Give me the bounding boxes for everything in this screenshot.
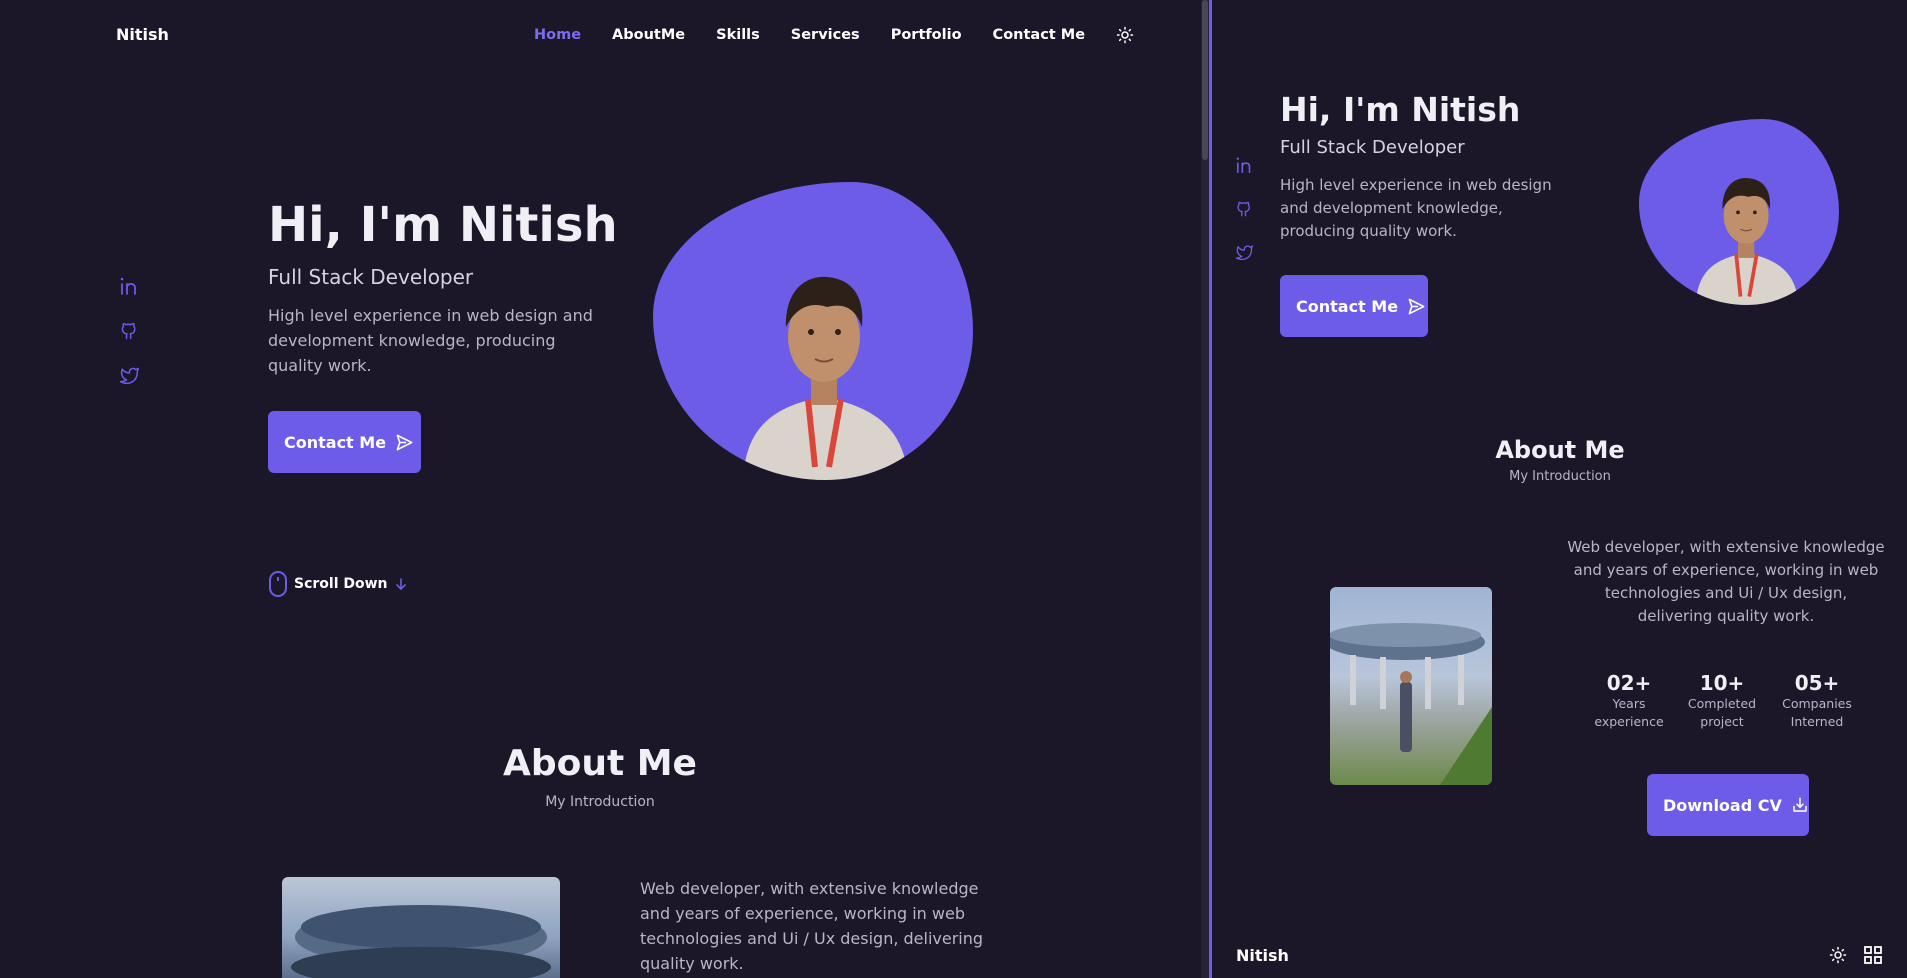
stat-companies-interned: 05+ Companies Interned <box>1777 671 1857 731</box>
github-icon[interactable] <box>1235 200 1255 218</box>
linkedin-icon[interactable] <box>1235 156 1255 174</box>
download-icon <box>1791 796 1809 814</box>
stat-label: Completed project <box>1687 696 1757 729</box>
grid-menu-icon[interactable] <box>1864 946 1882 964</box>
about-photo <box>282 877 560 978</box>
nav-logo[interactable]: Nitish <box>116 25 169 44</box>
about-photo-art <box>291 905 551 978</box>
mobile-hero-subtitle: Full Stack Developer <box>1280 137 1465 158</box>
social-links <box>119 276 141 384</box>
mobile-about-description: Web developer, with extensive knowledge … <box>1567 538 1885 625</box>
github-icon[interactable] <box>119 321 141 341</box>
send-icon <box>395 433 414 452</box>
nav-link-skills[interactable]: Skills <box>716 27 760 43</box>
nav-link-contact[interactable]: Contact Me <box>993 27 1085 43</box>
stat-value: 10+ <box>1699 671 1745 695</box>
mobile-hero-description: High level experience in web design and … <box>1280 176 1552 240</box>
mobile-about-section-title: About Me <box>1495 436 1625 464</box>
main-nav: Home AboutMe Skills Services Portfolio C… <box>534 26 1134 44</box>
nav-link-home[interactable]: Home <box>534 27 581 43</box>
stat-label: Years experience <box>1594 696 1664 729</box>
scroll-down-link[interactable]: Scroll Down <box>268 570 408 598</box>
mobile-social-links <box>1235 156 1255 260</box>
scrollbar-thumb[interactable] <box>1202 0 1208 160</box>
mobile-hero-image-blob <box>1639 119 1839 305</box>
stat-completed-projects: 10+ Completed project <box>1682 671 1762 731</box>
mobile-bottom-nav: Nitish <box>1212 940 1907 978</box>
hero-subtitle: Full Stack Developer <box>268 265 474 289</box>
mobile-hero-title: Hi, I'm Nitish <box>1280 90 1521 129</box>
stat-value: 02+ <box>1606 671 1652 695</box>
sun-icon[interactable] <box>1829 946 1847 964</box>
mobile-about-photo-art <box>1330 623 1492 785</box>
send-icon <box>1407 297 1426 316</box>
hero-title: Hi, I'm Nitish <box>268 197 618 253</box>
nav-link-aboutme[interactable]: AboutMe <box>612 27 685 43</box>
arrow-down-icon <box>394 577 408 591</box>
linkedin-icon[interactable] <box>119 276 141 296</box>
stat-years-experience: 02+ Years experience <box>1589 671 1669 731</box>
mobile-view-pane: Hi, I'm Nitish Full Stack Developer High… <box>1212 0 1907 978</box>
about-description: Web developer, with extensive knowledge … <box>640 879 984 973</box>
mobile-about-section-subtitle: My Introduction <box>1509 469 1611 484</box>
stat-label: Companies Interned <box>1782 696 1852 729</box>
mobile-contact-me-label: Contact Me <box>1296 296 1399 316</box>
mobile-hero-portrait <box>1695 178 1799 305</box>
hero-image-blob <box>653 182 973 480</box>
desktop-view-pane: Nitish Home AboutMe Skills Services Port… <box>0 0 1201 978</box>
download-cv-label: Download CV <box>1663 795 1782 815</box>
scroll-down-label: Scroll Down <box>294 576 388 592</box>
stat-value: 05+ <box>1794 671 1840 695</box>
twitter-icon[interactable] <box>1235 244 1255 260</box>
contact-me-label: Contact Me <box>284 432 387 452</box>
mobile-about-photo <box>1330 587 1492 785</box>
download-cv-button[interactable]: Download CV <box>1647 774 1809 836</box>
nav-link-portfolio[interactable]: Portfolio <box>891 27 962 43</box>
mobile-nav-logo[interactable]: Nitish <box>1236 946 1289 965</box>
mobile-contact-me-button[interactable]: Contact Me <box>1280 275 1428 337</box>
hero-portrait <box>743 276 908 480</box>
hero-description: High level experience in web design and … <box>268 306 593 375</box>
sun-icon[interactable] <box>1116 26 1134 44</box>
about-section-title: About Me <box>503 743 697 784</box>
nav-link-services[interactable]: Services <box>791 27 860 43</box>
contact-me-button[interactable]: Contact Me <box>268 411 421 473</box>
about-section-subtitle: My Introduction <box>545 794 655 810</box>
mouse-icon <box>268 570 288 598</box>
twitter-icon[interactable] <box>119 366 141 384</box>
